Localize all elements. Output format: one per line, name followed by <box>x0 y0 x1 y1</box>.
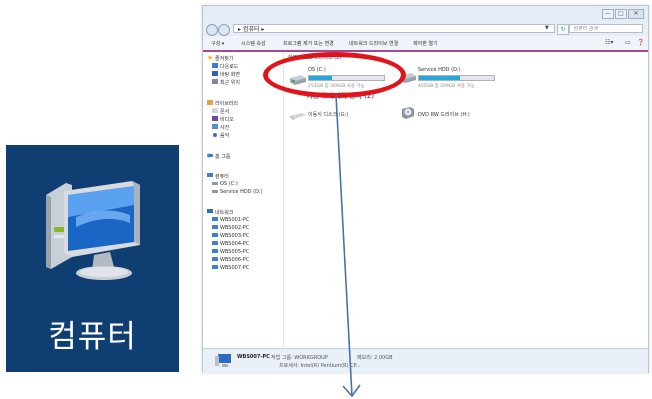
sidebar-item-network-pc[interactable]: WBS006-PC <box>220 257 249 263</box>
network-pc-icon <box>212 217 218 221</box>
removable-group-header[interactable]: 이동식 미디어 장치 (2) <box>306 91 374 101</box>
drive-c-usage-fill <box>309 76 332 80</box>
network-pc-icon <box>212 249 218 253</box>
drive-d-detail: 465GB 중 209GB 사용 가능 <box>418 84 475 89</box>
search-placeholder: 컴퓨터 검색 <box>573 26 598 32</box>
sidebar-item-recent[interactable]: 최근 위치 <box>220 79 240 86</box>
removable-disk-name[interactable]: 이동식 디스크 (G:) <box>308 111 348 118</box>
title-bar: — □ ✕ <box>203 6 648 22</box>
address-path: ▸ 컴퓨터 ▸ <box>238 26 265 33</box>
downloads-icon <box>212 63 218 68</box>
libraries-icon <box>207 100 213 105</box>
drive-c-name[interactable]: OS (C:) <box>308 67 326 73</box>
network-pc-icon <box>212 233 218 237</box>
address-bar[interactable]: ▸ 컴퓨터 ▸ <box>233 24 555 33</box>
sidebar-item-drive-c[interactable]: OS (C:) <box>220 181 238 187</box>
hard-drive-c-icon[interactable] <box>289 74 307 86</box>
minimize-button[interactable]: — <box>602 9 614 19</box>
navigation-pane: 즐겨찾기 다운로드 바탕 화면 최근 위치 라이브러리 문서 비디오 사진 음악… <box>203 52 284 348</box>
drive-d-name[interactable]: Service HDD (D:) <box>418 67 461 73</box>
help-icon[interactable]: ❓ <box>637 39 644 46</box>
status-memory: 메모리: 2.00GB <box>357 355 393 361</box>
sidebar-item-videos[interactable]: 비디오 <box>220 116 234 123</box>
sidebar-homegroup[interactable]: 홈 그룹 <box>215 153 230 160</box>
sidebar-item-network-pc[interactable]: WBS005-PC <box>220 249 249 255</box>
hdd-group-header[interactable]: 하드 디스크 드라이브 (2) <box>288 54 341 61</box>
recent-places-icon <box>212 79 218 84</box>
tile-label: 컴퓨터 <box>48 319 137 355</box>
homegroup-icon <box>207 153 213 158</box>
sidebar-item-music[interactable]: 음악 <box>220 132 229 139</box>
computer-status-icon <box>215 354 231 367</box>
status-pc-name: WBS007-PC <box>237 354 270 360</box>
caption-buttons: — □ ✕ <box>602 9 644 19</box>
status-processor: 프로세서: Intel(R) Pentium(R) CP... <box>279 363 361 369</box>
sidebar-network[interactable]: 네트워크 <box>215 209 233 216</box>
sidebar-item-documents[interactable]: 문서 <box>220 108 229 115</box>
status-workgroup: 작업 그룹: WORKGROUP <box>271 355 328 361</box>
desktop-icon <box>212 71 218 76</box>
network-icon <box>207 209 213 213</box>
close-button[interactable]: ✕ <box>628 9 644 19</box>
drive-d-icon <box>212 190 218 193</box>
command-bar: 구성 ▾ 시스템 속성 프로그램 제거 또는 변경 네트워크 드라이브 연결 제… <box>203 36 648 52</box>
music-icon <box>213 133 217 137</box>
refresh-icon[interactable]: ↻ <box>557 24 569 35</box>
computer-tile: 컴퓨터 <box>6 145 179 372</box>
drive-d-usage-fill <box>419 76 461 80</box>
search-input[interactable]: 컴퓨터 검색 <box>569 24 643 33</box>
map-network-drive-button[interactable]: 네트워크 드라이브 연결 <box>349 40 398 47</box>
address-dropdown-icon[interactable]: ▼ <box>545 25 549 31</box>
sidebar-libraries[interactable]: 라이브러리 <box>215 100 238 107</box>
drive-c-icon <box>212 182 218 185</box>
sidebar-item-network-pc[interactable]: WBS004-PC <box>220 241 249 247</box>
sidebar-computer[interactable]: 컴퓨터 <box>215 173 229 180</box>
computer-small-icon <box>207 173 213 177</box>
dvd-drive-icon[interactable] <box>400 106 416 120</box>
sidebar-favorites[interactable]: 즐겨찾기 <box>215 55 233 62</box>
hard-drive-d-icon[interactable] <box>399 72 417 84</box>
details-pane: WBS007-PC 작업 그룹: WORKGROUP 메모리: 2.00GB 프… <box>203 348 648 373</box>
network-pc-icon <box>212 265 218 269</box>
sidebar-item-network-pc[interactable]: WBS007-PC <box>220 265 249 271</box>
preview-pane-icon[interactable]: ▭ <box>625 39 631 46</box>
sidebar-item-downloads[interactable]: 다운로드 <box>220 63 238 70</box>
star-icon <box>207 55 213 60</box>
drive-d-usage-bar <box>418 75 495 81</box>
drive-c-usage-bar <box>308 75 385 81</box>
dvd-drive-name[interactable]: DVD RW 드라이브 (H:) <box>418 111 470 118</box>
explorer-window: — □ ✕ ▸ 컴퓨터 ▸ ▼ ↻ 컴퓨터 검색 구성 ▾ 시스템 속성 프로그… <box>202 5 649 373</box>
sidebar-item-network-pc[interactable]: WBS003-PC <box>220 233 249 239</box>
back-button[interactable] <box>206 24 218 36</box>
forward-button[interactable] <box>218 24 230 36</box>
maximize-button[interactable]: □ <box>615 9 627 19</box>
content-pane: 하드 디스크 드라이브 (2) OS (C:) 253GB 중 349GB 사용… <box>284 52 648 348</box>
network-pc-icon <box>212 225 218 229</box>
system-properties-button[interactable]: 시스템 속성 <box>241 40 266 47</box>
sidebar-item-pictures[interactable]: 사진 <box>220 124 229 131</box>
network-pc-icon <box>212 257 218 261</box>
removable-disk-icon[interactable] <box>289 111 307 121</box>
uninstall-program-button[interactable]: 프로그램 제거 또는 변경 <box>283 40 334 47</box>
open-control-panel-button[interactable]: 제어판 열기 <box>413 40 438 47</box>
documents-icon <box>212 108 218 113</box>
sidebar-item-network-pc[interactable]: WBS002-PC <box>220 225 249 231</box>
pictures-icon <box>212 124 218 129</box>
sidebar-item-drive-d[interactable]: Service HDD (D:) <box>220 189 263 195</box>
sidebar-item-desktop[interactable]: 바탕 화면 <box>220 71 240 78</box>
view-options-icon[interactable]: ☷▾ <box>605 39 613 46</box>
drive-c-detail: 253GB 중 349GB 사용 가능 <box>308 84 365 89</box>
address-row: ▸ 컴퓨터 ▸ ▼ ↻ 컴퓨터 검색 <box>203 22 648 36</box>
computer-icon <box>46 181 140 280</box>
videos-icon <box>212 116 218 121</box>
sidebar-item-network-pc[interactable]: WBS001-PC <box>220 217 249 223</box>
organize-button[interactable]: 구성 ▾ <box>211 40 224 47</box>
network-pc-icon <box>212 241 218 245</box>
